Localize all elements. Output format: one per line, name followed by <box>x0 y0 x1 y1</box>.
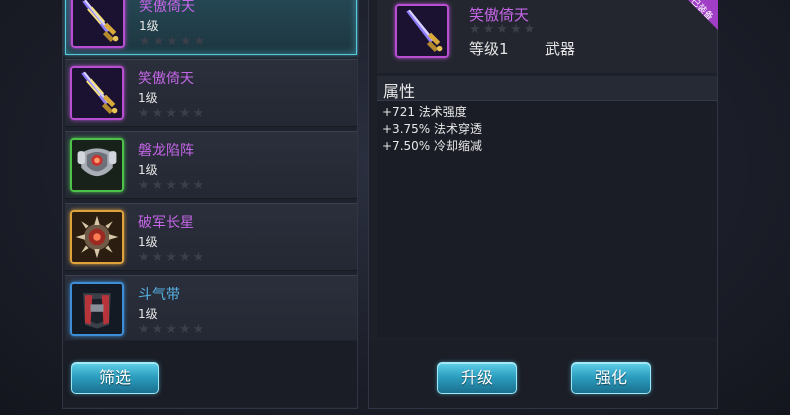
star-rating: ★★★★★ <box>138 106 206 121</box>
star-rating: ★★★★★ <box>138 178 206 193</box>
sword-icon <box>70 66 124 120</box>
item-level: 1级 <box>138 161 158 178</box>
attributes-header: 属性 <box>377 76 717 101</box>
star-rating: ★★★★★ <box>138 322 206 337</box>
star-rating: ★★★★★ <box>469 22 537 37</box>
equipment-list[interactable]: 笑傲倚天 1级 ★★★★★ 笑傲倚天 1级 ★★★★★ <box>63 0 359 340</box>
item-name: 笑傲倚天 <box>139 0 195 16</box>
item-name: 磐龙陷阵 <box>138 140 194 160</box>
upgrade-button[interactable]: 升级 <box>437 362 517 394</box>
detail-item-type: 武器 <box>545 38 575 59</box>
equipment-item[interactable]: 笑傲倚天 1级 ★★★★★ <box>65 59 357 127</box>
equipment-detail-panel: 笑傲倚天 ★★★★★ 等级1 武器 已装备 属性 +721 法术强度 +3.75… <box>368 0 718 409</box>
attribute-line: +3.75% 法术穿透 <box>382 121 482 138</box>
detail-footer: 升级 强化 <box>369 341 717 407</box>
sword-icon <box>395 4 449 58</box>
star-rating: ★★★★★ <box>139 34 207 49</box>
star-rating: ★★★★★ <box>138 250 206 265</box>
armor-icon <box>70 138 124 192</box>
filter-button[interactable]: 筛选 <box>71 362 159 394</box>
item-name: 笑傲倚天 <box>138 68 194 88</box>
item-level: 1级 <box>138 305 158 322</box>
equipment-list-panel: 笑傲倚天 1级 ★★★★★ 笑傲倚天 1级 ★★★★★ <box>62 0 358 409</box>
equipment-item[interactable]: 斗气带 1级 ★★★★★ <box>65 275 357 340</box>
sword-icon <box>71 0 125 48</box>
attribute-line: +721 法术强度 <box>382 104 482 121</box>
attributes-list: +721 法术强度 +3.75% 法术穿透 +7.50% 冷却缩减 <box>382 104 482 155</box>
attribute-line: +7.50% 冷却缩减 <box>382 138 482 155</box>
belt-icon <box>70 282 124 336</box>
attributes-title: 属性 <box>383 78 415 102</box>
item-name: 破军长星 <box>138 212 194 232</box>
list-footer: 筛选 <box>63 341 357 407</box>
detail-item-level: 等级1 <box>469 38 509 59</box>
spiked-orb-icon <box>70 210 124 264</box>
equipment-item[interactable]: 破军长星 1级 ★★★★★ <box>65 203 357 271</box>
enhance-button[interactable]: 强化 <box>571 362 651 394</box>
equipped-ribbon: 已装备 <box>688 0 718 30</box>
item-level: 1级 <box>139 17 159 34</box>
equipment-item[interactable]: 磐龙陷阵 1级 ★★★★★ <box>65 131 357 199</box>
detail-header: 笑傲倚天 ★★★★★ 等级1 武器 已装备 <box>377 0 717 73</box>
item-level: 1级 <box>138 233 158 250</box>
item-level: 1级 <box>138 89 158 106</box>
equipment-item[interactable]: 笑傲倚天 1级 ★★★★★ <box>65 0 357 55</box>
item-name: 斗气带 <box>138 284 180 304</box>
